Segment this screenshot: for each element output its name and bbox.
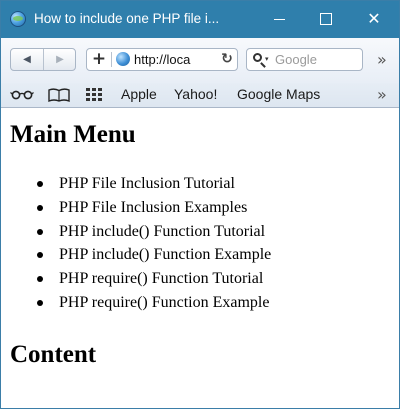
back-forward-group: ◀ ▶ [10,48,76,71]
close-button[interactable]: ✕ [351,1,397,38]
bookmarks-overflow-icon[interactable]: » [377,85,387,104]
grid-cell [98,98,102,101]
search-bar[interactable]: ▾ [246,48,363,71]
add-bookmark-button[interactable]: + [91,49,107,70]
grid-cell [98,93,102,96]
minimize-button[interactable] [257,1,303,38]
close-icon: ✕ [367,9,381,28]
search-engine-caret-icon[interactable]: ▾ [265,49,269,70]
menu-item-file-inclusion-tutorial: PHP File Inclusion Tutorial [1,172,271,196]
maximize-icon [320,13,332,25]
safari-globe-icon[interactable] [10,11,26,27]
maximize-button[interactable] [303,1,349,38]
bookmark-apple[interactable]: Apple [121,86,157,102]
url-text[interactable]: http://loca [134,52,216,67]
menu-item-include-tutorial: PHP include() Function Tutorial [1,220,271,244]
browser-window: How to include one PHP file i... ✕ ◀ ▶ +… [0,0,400,409]
menu-item-include-example: PHP include() Function Example [1,243,271,267]
search-input[interactable] [275,51,360,68]
back-button[interactable]: ◀ [11,49,44,70]
grid-cell [92,98,96,101]
back-arrow-icon: ◀ [23,54,31,65]
navigation-toolbar: ◀ ▶ + http://loca ↻ ▾ » [1,38,399,83]
grid-cell [92,88,96,91]
forward-button[interactable]: ▶ [44,49,76,70]
search-icon[interactable] [253,53,262,62]
menu-item-require-example: PHP require() Function Example [1,291,271,315]
main-menu-heading: Main Menu [10,121,136,148]
grid-icon[interactable] [86,88,104,102]
menu-item-require-tutorial: PHP require() Function Tutorial [1,267,271,291]
address-bar[interactable]: + http://loca ↻ [86,48,238,71]
grid-cell [86,98,90,101]
grid-cell [86,88,90,91]
address-divider [111,52,112,67]
bookmarks-bar: Apple Yahoo! Google Maps » [1,83,399,108]
bookmark-google-maps[interactable]: Google Maps [237,86,320,102]
window-title: How to include one PHP file i... [34,11,220,26]
grid-cell [92,93,96,96]
globe-icon [116,52,130,66]
menu-item-file-inclusion-examples: PHP File Inclusion Examples [1,196,271,220]
reload-icon[interactable]: ↻ [219,49,235,70]
page-content: Main Menu PHP File Inclusion Tutorial PH… [1,108,399,408]
glasses-icon[interactable] [10,90,34,100]
book-icon[interactable] [48,88,70,102]
toolbar-overflow-icon[interactable]: » [377,50,387,69]
main-menu-list: PHP File Inclusion Tutorial PHP File Inc… [1,172,271,315]
content-heading: Content [10,341,97,368]
minimize-icon [274,19,285,20]
grid-cell [98,88,102,91]
bookmark-yahoo[interactable]: Yahoo! [174,86,217,102]
title-bar[interactable]: How to include one PHP file i... ✕ [1,1,399,38]
forward-arrow-icon: ▶ [56,54,64,65]
grid-cell [86,93,90,96]
